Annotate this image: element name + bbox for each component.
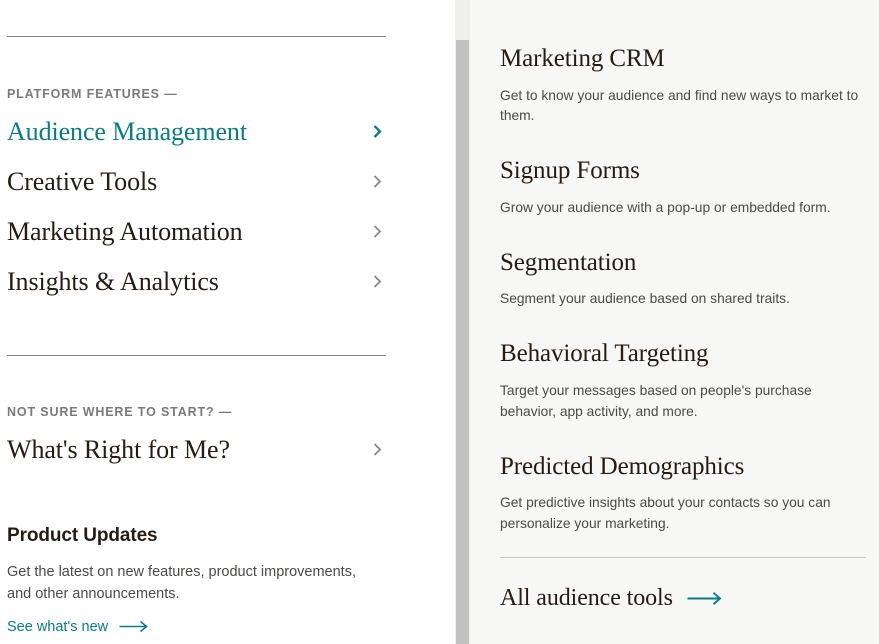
feature-item-segmentation[interactable]: Segmentation Segment your audience based… bbox=[500, 248, 866, 310]
sidebar-item-whats-right-for-me[interactable]: What's Right for Me? bbox=[7, 435, 386, 465]
panel-footer-divider bbox=[500, 557, 866, 558]
feature-item-behavioral-targeting[interactable]: Behavioral Targeting Target your message… bbox=[500, 339, 866, 422]
feature-title: Marketing CRM bbox=[500, 45, 665, 72]
scrollbar-thumb[interactable] bbox=[456, 40, 469, 644]
sidebar-item-marketing-automation[interactable]: Marketing Automation bbox=[7, 217, 386, 247]
all-audience-tools-label: All audience tools bbox=[500, 585, 673, 611]
chevron-right-icon bbox=[369, 273, 386, 290]
all-audience-tools-link[interactable]: All audience tools bbox=[500, 585, 723, 612]
feature-title: Predicted Demographics bbox=[500, 452, 745, 480]
chevron-right-icon bbox=[369, 441, 386, 458]
sidebar-item-label: Insights & Analytics bbox=[7, 267, 219, 296]
see-whats-new-label: See what's new bbox=[7, 618, 109, 635]
product-updates-description: Get the latest on new features, product … bbox=[7, 563, 356, 602]
sidebar-item-label: What's Right for Me? bbox=[7, 435, 230, 464]
feature-description: Segment your audience based on shared tr… bbox=[500, 291, 790, 307]
arrow-right-icon bbox=[119, 620, 149, 633]
feature-description: Grow your audience with a pop-up or embe… bbox=[500, 199, 831, 215]
chevron-right-icon bbox=[369, 223, 386, 240]
feature-title: Signup Forms bbox=[500, 157, 640, 185]
product-updates-block: Product Updates Get the latest on new fe… bbox=[7, 524, 386, 636]
feature-list: Marketing CRM Get to know your audience … bbox=[500, 44, 866, 564]
feature-description: Target your messages based on people's p… bbox=[500, 382, 812, 419]
chevron-right-icon bbox=[369, 173, 386, 190]
see-whats-new-link[interactable]: See what's new bbox=[7, 619, 149, 635]
menu-sidebar: PLATFORM FEATURES — Audience Management … bbox=[0, 0, 455, 644]
chevron-right-icon bbox=[369, 123, 386, 140]
feature-description: Get to know your audience and find new w… bbox=[500, 87, 859, 124]
sidebar-item-insights-analytics[interactable]: Insights & Analytics bbox=[7, 267, 386, 297]
arrow-right-icon bbox=[687, 591, 723, 606]
sidebar-mid-divider bbox=[7, 355, 386, 356]
platform-features-eyebrow: PLATFORM FEATURES — bbox=[7, 87, 178, 101]
feature-item-signup-forms[interactable]: Signup Forms Grow your audience with a p… bbox=[500, 156, 866, 218]
sidebar-top-divider bbox=[7, 36, 386, 37]
flyout-menu: PLATFORM FEATURES — Audience Management … bbox=[0, 0, 879, 644]
feature-title: Behavioral Targeting bbox=[500, 340, 709, 368]
feature-item-marketing-crm[interactable]: Marketing CRM Get to know your audience … bbox=[500, 44, 866, 127]
feature-title: Segmentation bbox=[500, 248, 637, 276]
sidebar-item-creative-tools[interactable]: Creative Tools bbox=[7, 167, 386, 197]
sidebar-item-label: Creative Tools bbox=[7, 167, 158, 196]
sidebar-item-audience-management[interactable]: Audience Management bbox=[7, 117, 386, 147]
feature-item-predicted-demographics[interactable]: Predicted Demographics Get predictive in… bbox=[500, 452, 866, 535]
not-sure-where-to-start-eyebrow: NOT SURE WHERE TO START? — bbox=[7, 405, 233, 419]
feature-detail-panel: Marketing CRM Get to know your audience … bbox=[455, 0, 879, 644]
product-updates-title: Product Updates bbox=[7, 525, 158, 546]
sidebar-item-label: Audience Management bbox=[7, 117, 247, 146]
sidebar-item-label: Marketing Automation bbox=[7, 217, 243, 246]
feature-description: Get predictive insights about your conta… bbox=[500, 495, 831, 532]
